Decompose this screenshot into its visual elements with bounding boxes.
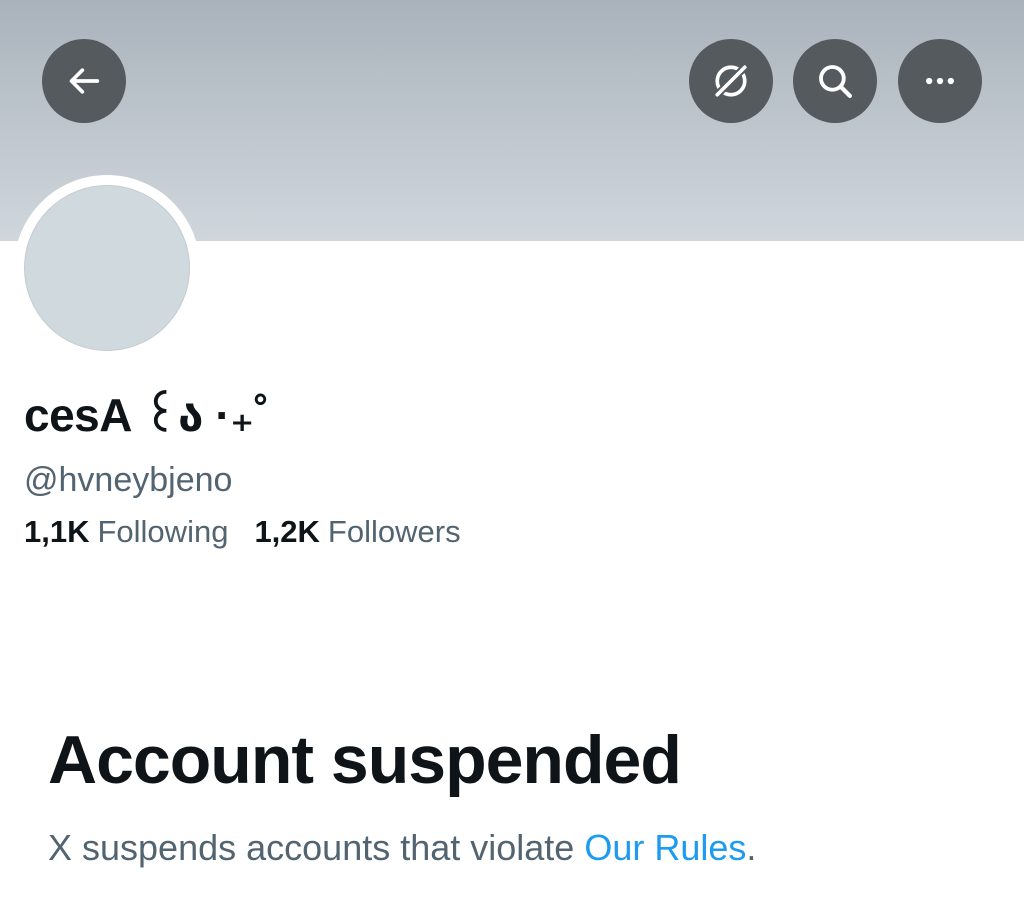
followers-link[interactable]: 1,2K Followers (254, 510, 460, 554)
grok-button[interactable] (689, 39, 773, 123)
suspension-title: Account suspended (48, 722, 682, 798)
avatar-placeholder (24, 185, 190, 351)
following-link[interactable]: 1,1K Following (24, 510, 228, 554)
suspension-message: X suspends accounts that violate Our Rul… (48, 824, 756, 872)
search-icon (819, 65, 852, 98)
avatar[interactable] (14, 175, 200, 361)
more-icon (926, 77, 954, 85)
followers-count: 1,2K (254, 514, 320, 549)
grok-icon (712, 62, 750, 100)
search-button[interactable] (793, 39, 877, 123)
suspension-message-period: . (746, 827, 757, 868)
following-count: 1,1K (24, 514, 90, 549)
follow-stats: 1,1K Following 1,2K Followers (24, 510, 461, 554)
followers-label: Followers (327, 514, 461, 549)
suspension-message-text: X suspends accounts that violate (48, 827, 585, 868)
back-arrow-icon (69, 68, 100, 94)
more-options-button[interactable] (898, 39, 982, 123)
display-name: cesA ꒰⁠ა ·₊˚ (24, 389, 269, 441)
back-button[interactable] (42, 39, 126, 123)
user-handle: @hvneybjeno (24, 461, 233, 499)
following-label: Following (97, 514, 229, 549)
profile-page: cesA ꒰⁠ა ·₊˚ @hvneybjeno 1,1K Following … (0, 0, 1024, 924)
our-rules-link[interactable]: Our Rules (584, 827, 746, 868)
